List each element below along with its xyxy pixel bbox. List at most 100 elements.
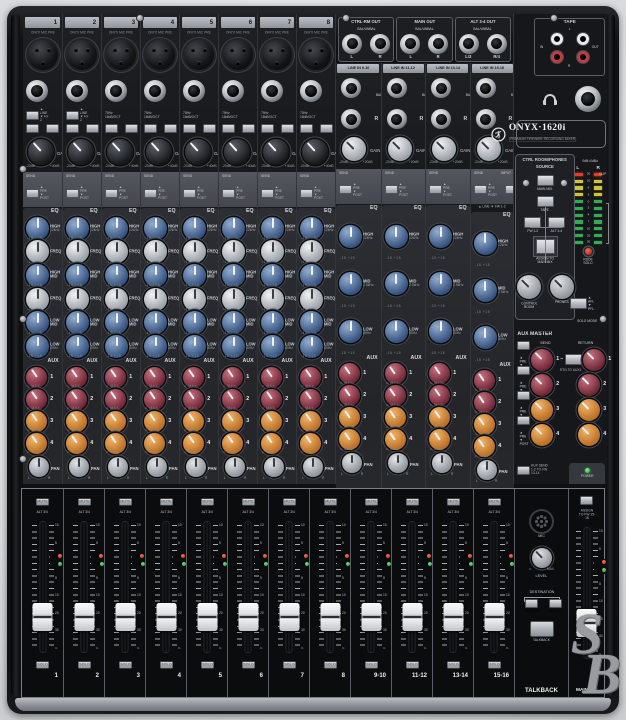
gain-knob[interactable]: [263, 139, 289, 165]
fader-handle[interactable]: [156, 603, 176, 631]
channel-option-switch[interactable]: [320, 124, 333, 133]
xlr-mic-input[interactable]: [145, 37, 175, 73]
output-jack-left[interactable]: [400, 34, 420, 54]
mute-button[interactable]: MUTE: [487, 498, 500, 505]
solo-button[interactable]: SOLO: [405, 661, 418, 668]
aux-send-master-4-knob[interactable]: [531, 424, 553, 446]
xlr-mic-input[interactable]: [106, 37, 136, 73]
phones-jack[interactable]: [575, 86, 601, 112]
line-input-jack[interactable]: [261, 80, 283, 102]
stereo-right-jack[interactable]: [341, 109, 361, 129]
gain-knob[interactable]: [107, 139, 133, 165]
pan-knob[interactable]: [264, 457, 284, 477]
aux1-pre-post-switch[interactable]: [66, 189, 79, 198]
aux1-pre-post-switch[interactable]: [429, 185, 442, 194]
stereo-right-jack[interactable]: [387, 109, 407, 129]
xlr-mic-input[interactable]: [262, 37, 292, 73]
stereo-gain-knob[interactable]: [432, 137, 456, 161]
channel-option-switch[interactable]: [164, 124, 177, 133]
gain-knob[interactable]: [185, 139, 211, 165]
control-room-knob[interactable]: [517, 275, 541, 299]
eq-low-knob[interactable]: [429, 320, 452, 343]
source-alt-3-4-button[interactable]: [548, 217, 565, 228]
mute-button[interactable]: MUTE: [77, 498, 90, 505]
mute-button[interactable]: MUTE: [282, 498, 295, 505]
fader-handle[interactable]: [238, 603, 258, 631]
destination-phones-button[interactable]: [525, 599, 538, 608]
stereo-left-jack[interactable]: [341, 78, 361, 98]
aux-send-pre-post-switch[interactable]: [517, 341, 530, 350]
assign-to-fw-15-16-button[interactable]: [580, 496, 593, 505]
hi-z-line-switch[interactable]: [66, 111, 79, 120]
aux-send-pre-post-switch[interactable]: [517, 416, 530, 425]
channel-option-switch[interactable]: [125, 124, 138, 133]
aux1-pre-post-switch[interactable]: [222, 189, 235, 198]
aux1-pre-post-switch[interactable]: [183, 189, 196, 198]
mute-button[interactable]: MUTE: [118, 498, 131, 505]
mute-button[interactable]: MUTE: [36, 498, 49, 505]
mute-button[interactable]: MUTE: [200, 498, 213, 505]
pan-knob[interactable]: [432, 453, 452, 473]
solo-button[interactable]: SOLO: [364, 661, 377, 668]
line-input-jack[interactable]: [222, 80, 244, 102]
mute-button[interactable]: MUTE: [446, 498, 459, 505]
fader-handle[interactable]: [443, 603, 463, 631]
solo-button[interactable]: SOLO: [487, 661, 500, 668]
gain-knob[interactable]: [224, 139, 250, 165]
eq-mid-knob[interactable]: [429, 272, 452, 295]
mute-button[interactable]: MUTE: [364, 498, 377, 505]
eq-high-knob[interactable]: [429, 225, 452, 248]
fader-handle[interactable]: [361, 603, 381, 631]
line-input-jack[interactable]: [105, 80, 127, 102]
stereo-gain-knob[interactable]: [342, 137, 366, 161]
low-cut-switch[interactable]: [261, 124, 274, 133]
channel-option-switch[interactable]: [281, 124, 294, 133]
source-tape-button[interactable]: [537, 196, 554, 207]
eq-high-knob[interactable]: [385, 225, 408, 248]
low-cut-switch[interactable]: [26, 124, 39, 133]
solo-button[interactable]: SOLO: [200, 661, 213, 668]
line-input-jack[interactable]: [66, 80, 88, 102]
aux-send-master-2-knob[interactable]: [531, 374, 553, 396]
fader-handle[interactable]: [33, 603, 53, 631]
low-cut-switch[interactable]: [222, 124, 235, 133]
aux-return-1-knob[interactable]: [583, 349, 605, 371]
xlr-mic-input[interactable]: [223, 37, 253, 73]
pan-knob[interactable]: [342, 453, 362, 473]
solo-button[interactable]: SOLO: [36, 661, 49, 668]
gain-knob[interactable]: [68, 139, 94, 165]
channel-option-switch[interactable]: [203, 124, 216, 133]
fader-handle[interactable]: [197, 603, 217, 631]
gain-knob[interactable]: [146, 139, 172, 165]
fader-handle[interactable]: [577, 609, 597, 637]
talkback-button[interactable]: [530, 621, 554, 637]
stereo-right-jack[interactable]: [431, 109, 451, 129]
talkback-level-knob[interactable]: [532, 548, 552, 568]
mute-button[interactable]: MUTE: [241, 498, 254, 505]
xlr-mic-input[interactable]: [28, 37, 58, 73]
output-jack-left[interactable]: [342, 34, 362, 54]
eq-mid-knob[interactable]: [474, 279, 497, 302]
pan-knob[interactable]: [388, 453, 408, 473]
solo-button[interactable]: SOLO: [323, 661, 336, 668]
low-cut-switch[interactable]: [183, 124, 196, 133]
stereo-left-jack[interactable]: [431, 78, 451, 98]
channel-option-switch[interactable]: [86, 124, 99, 133]
aux1-pre-post-switch[interactable]: [385, 185, 398, 194]
solo-button[interactable]: SOLO: [118, 661, 131, 668]
fader-handle[interactable]: [115, 603, 135, 631]
pan-knob[interactable]: [147, 457, 167, 477]
aux-send-master-1-knob[interactable]: [531, 349, 553, 371]
aux1-pre-post-switch[interactable]: [144, 189, 157, 198]
source-main-mix-button[interactable]: [537, 175, 554, 186]
stereo-left-jack[interactable]: [476, 78, 496, 98]
xlr-mic-input[interactable]: [67, 37, 97, 73]
solo-button[interactable]: SOLO: [446, 661, 459, 668]
aux1-pre-post-switch[interactable]: [474, 185, 487, 194]
aux-return-3-knob[interactable]: [578, 399, 600, 421]
fader-handle[interactable]: [402, 603, 422, 631]
pan-knob[interactable]: [186, 457, 206, 477]
stereo-left-jack[interactable]: [387, 78, 407, 98]
mute-button[interactable]: MUTE: [159, 498, 172, 505]
gain-knob[interactable]: [28, 139, 54, 165]
